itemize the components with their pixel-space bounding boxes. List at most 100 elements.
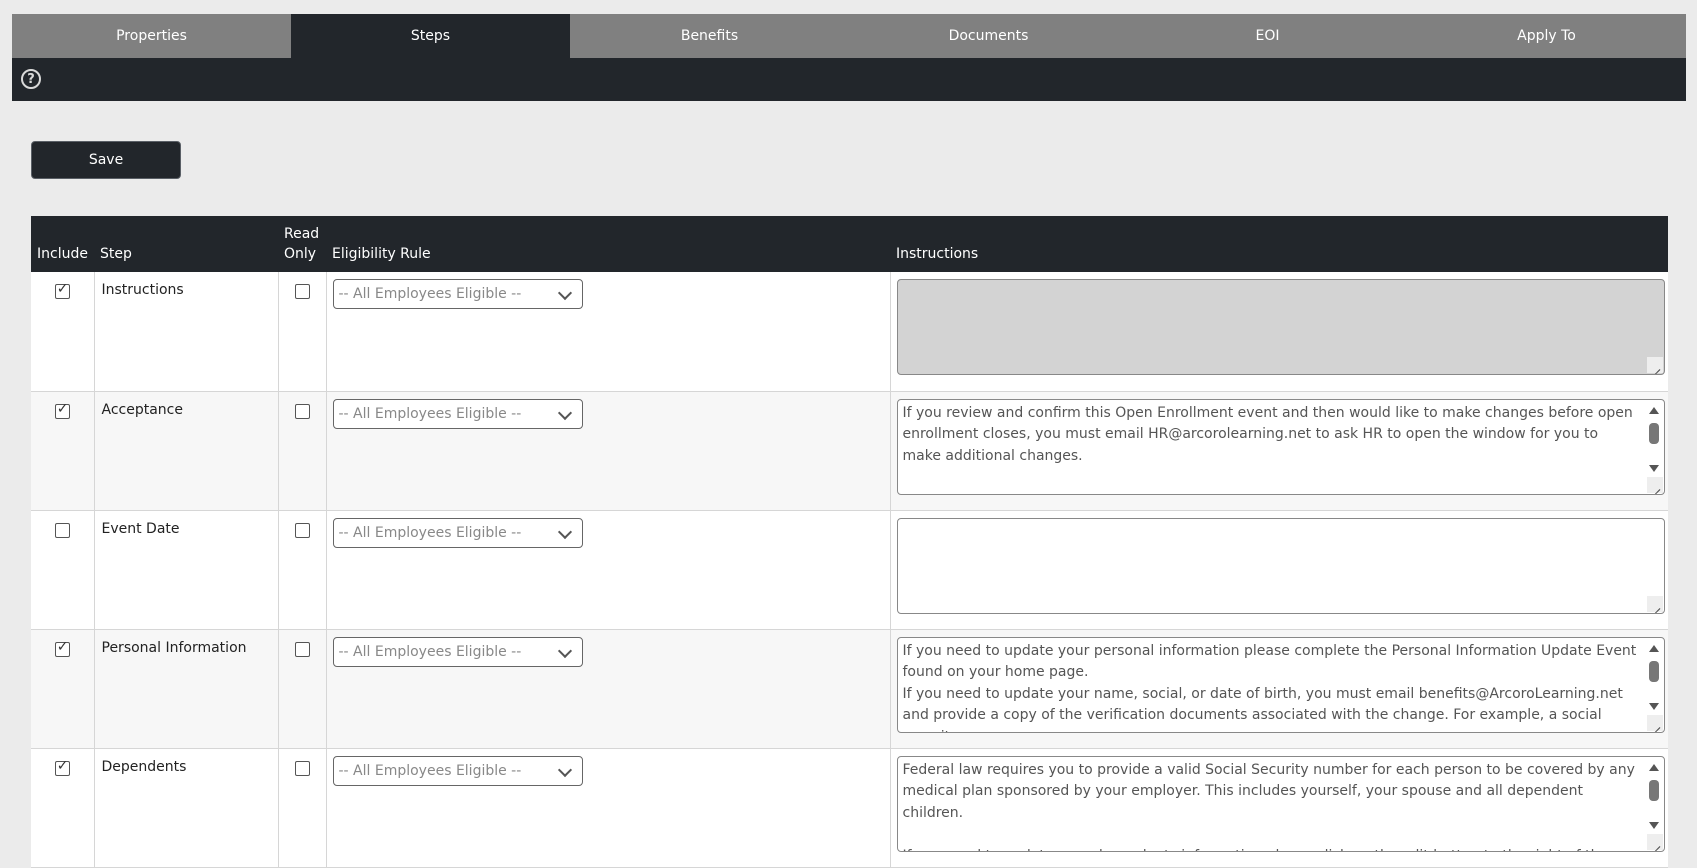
table-row: Personal Information -- All Employees El… xyxy=(31,629,1668,749)
resize-grip-icon[interactable] xyxy=(1646,595,1663,612)
chevron-down-icon xyxy=(557,762,572,777)
eligibility-rule-value: -- All Employees Eligible -- xyxy=(338,762,522,779)
eligibility-rule-value: -- All Employees Eligible -- xyxy=(338,524,522,541)
table-row: Dependents -- All Employees Eligible -- … xyxy=(31,748,1668,868)
header-read-only: Read Only xyxy=(278,216,326,272)
step-cell: Event Date xyxy=(94,510,279,630)
step-name: Instructions xyxy=(101,282,184,298)
read-only-checkbox[interactable] xyxy=(294,284,310,299)
read-only-cell xyxy=(278,748,327,868)
read-only-checkbox[interactable] xyxy=(294,522,310,538)
eligibility-rule-value: -- All Employees Eligible -- xyxy=(338,405,522,422)
step-cell: Instructions xyxy=(94,272,279,392)
step-name: Acceptance xyxy=(101,401,183,418)
save-button[interactable]: Save xyxy=(31,141,181,179)
eligibility-rule-select[interactable]: -- All Employees Eligible -- xyxy=(332,517,583,548)
header-step: Step xyxy=(94,216,278,272)
eligibility-cell: -- All Employees Eligible -- xyxy=(326,748,891,868)
eligibility-rule-select[interactable]: -- All Employees Eligible -- xyxy=(332,636,583,667)
instructions-text: If you review and confirm this Open Enro… xyxy=(902,404,1638,464)
scroll-down-arrow-icon[interactable] xyxy=(1648,702,1659,710)
eligibility-rule-select[interactable]: -- All Employees Eligible -- xyxy=(332,279,583,309)
include-cell xyxy=(31,629,95,749)
include-checkbox[interactable] xyxy=(54,758,70,776)
chevron-down-icon xyxy=(557,285,572,301)
instructions-textarea[interactable] xyxy=(896,517,1665,614)
tab-bar: Properties Steps Benefits Documents EOI … xyxy=(12,14,1686,58)
tab-steps[interactable]: Steps xyxy=(291,14,570,58)
eligibility-cell: -- All Employees Eligible -- xyxy=(326,272,891,392)
include-cell xyxy=(31,391,95,511)
instructions-cell xyxy=(890,510,1668,630)
chevron-down-icon xyxy=(557,405,572,420)
read-only-checkbox[interactable] xyxy=(294,760,310,776)
header-instructions: Instructions xyxy=(890,216,1668,272)
eligibility-rule-select[interactable]: -- All Employees Eligible -- xyxy=(332,755,583,786)
textarea-scrollbar[interactable] xyxy=(1645,401,1663,474)
instructions-textarea[interactable]: Federal law requires you to provide a va… xyxy=(896,755,1665,852)
chevron-down-icon xyxy=(557,643,572,658)
resize-grip-icon[interactable] xyxy=(1646,476,1663,493)
instructions-cell: Federal law requires you to provide a va… xyxy=(890,748,1668,868)
include-cell xyxy=(31,510,95,630)
textarea-scrollbar[interactable] xyxy=(1645,758,1663,831)
instructions-cell: If you need to update your personal info… xyxy=(890,629,1668,749)
eligibility-cell: -- All Employees Eligible -- xyxy=(326,629,891,749)
include-cell xyxy=(31,748,95,868)
tab-apply-to[interactable]: Apply To xyxy=(1407,14,1686,58)
scroll-down-arrow-icon[interactable] xyxy=(1648,821,1659,829)
tab-benefits[interactable]: Benefits xyxy=(570,14,849,58)
instructions-text: If you need to update your personal info… xyxy=(902,642,1637,732)
step-cell: Dependents xyxy=(94,748,279,868)
include-checkbox[interactable] xyxy=(54,401,70,419)
read-only-checkbox[interactable] xyxy=(294,403,310,419)
resize-grip-icon[interactable] xyxy=(1646,833,1663,850)
eligibility-rule-value: -- All Employees Eligible -- xyxy=(338,286,522,302)
read-only-checkbox[interactable] xyxy=(294,641,310,657)
table-header-row: Include Step Read Only Eligibility Rule I… xyxy=(31,216,1668,272)
step-cell: Acceptance xyxy=(94,391,279,511)
include-cell xyxy=(31,272,95,392)
eligibility-cell: -- All Employees Eligible -- xyxy=(326,510,891,630)
header-eligibility-rule: Eligibility Rule xyxy=(326,216,890,272)
resize-grip-icon[interactable] xyxy=(1646,357,1663,373)
scroll-down-arrow-icon[interactable] xyxy=(1648,464,1659,472)
scroll-up-arrow-icon[interactable] xyxy=(1648,763,1659,771)
tab-properties[interactable]: Properties xyxy=(12,14,291,58)
instructions-textarea[interactable]: If you need to update your personal info… xyxy=(896,636,1665,733)
step-name: Event Date xyxy=(101,520,180,537)
tab-eoi[interactable]: EOI xyxy=(1128,14,1407,58)
read-only-cell xyxy=(278,510,327,630)
table-row: Event Date -- All Employees Eligible -- xyxy=(31,510,1668,630)
instructions-cell xyxy=(890,272,1668,392)
scroll-thumb[interactable] xyxy=(1648,779,1659,801)
eligibility-rule-value: -- All Employees Eligible -- xyxy=(338,643,522,660)
read-only-cell xyxy=(278,629,327,749)
step-name: Personal Information xyxy=(101,639,247,656)
instructions-text: Federal law requires you to provide a va… xyxy=(902,761,1635,851)
help-bar: ? xyxy=(12,58,1686,101)
table-row: Acceptance -- All Employees Eligible -- … xyxy=(31,391,1668,511)
scroll-thumb[interactable] xyxy=(1648,422,1659,444)
eligibility-rule-select[interactable]: -- All Employees Eligible -- xyxy=(332,398,583,429)
step-name: Dependents xyxy=(101,758,187,775)
resize-grip-icon[interactable] xyxy=(1646,714,1663,731)
read-only-cell xyxy=(278,272,327,392)
tab-documents[interactable]: Documents xyxy=(849,14,1128,58)
include-checkbox[interactable] xyxy=(54,639,70,657)
scroll-up-arrow-icon[interactable] xyxy=(1648,644,1659,652)
instructions-textarea[interactable]: If you review and confirm this Open Enro… xyxy=(896,398,1665,495)
instructions-textarea[interactable] xyxy=(896,279,1665,375)
step-cell: Personal Information xyxy=(94,629,279,749)
scroll-thumb[interactable] xyxy=(1648,660,1659,682)
include-checkbox[interactable] xyxy=(54,522,70,538)
chevron-down-icon xyxy=(557,524,572,539)
eligibility-cell: -- All Employees Eligible -- xyxy=(326,391,891,511)
textarea-scrollbar[interactable] xyxy=(1645,639,1663,712)
header-include: Include xyxy=(31,216,94,272)
steps-table: Include Step Read Only Eligibility Rule I… xyxy=(31,216,1668,868)
table-row: Instructions -- All Employees Eligible -… xyxy=(31,272,1668,392)
scroll-up-arrow-icon[interactable] xyxy=(1648,406,1659,414)
question-circle-icon[interactable]: ? xyxy=(21,69,41,89)
include-checkbox[interactable] xyxy=(54,281,70,299)
